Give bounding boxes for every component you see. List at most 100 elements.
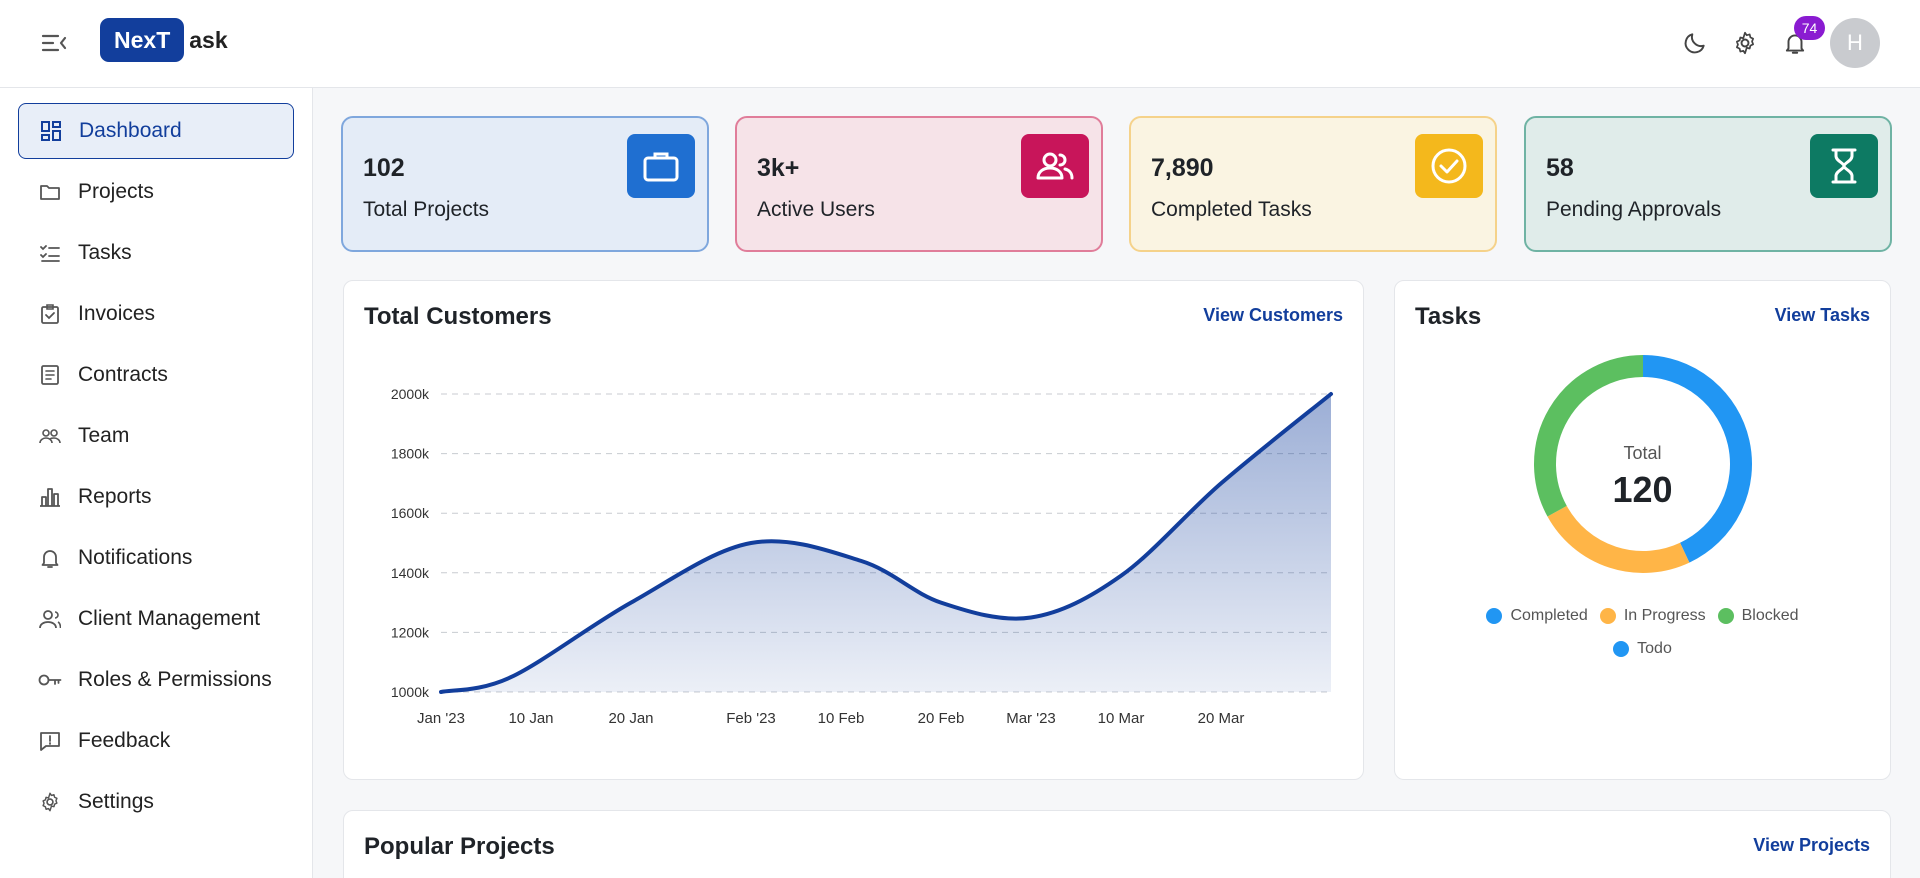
view-tasks-link[interactable]: View Tasks	[1775, 305, 1870, 326]
app-logo[interactable]: NexT ask	[100, 18, 228, 62]
sidebar-item-label: Dashboard	[79, 119, 182, 142]
clipboard-check-icon	[38, 302, 62, 326]
stat-card-completed-tasks[interactable]: 7,890 Completed Tasks	[1129, 116, 1497, 252]
gear-icon[interactable]	[1728, 26, 1762, 60]
sidebar-item-label: Settings	[78, 790, 154, 813]
sidebar-item-tasks[interactable]: Tasks	[18, 225, 294, 281]
bell-icon	[38, 546, 62, 570]
stat-value: 102	[363, 154, 405, 182]
client-icon	[38, 607, 62, 631]
panel-title: Tasks	[1415, 303, 1482, 330]
sidebar-item-label: Projects	[78, 180, 154, 203]
sidebar-item-label: Reports	[78, 485, 152, 508]
sidebar-item-settings[interactable]: Settings	[18, 774, 294, 830]
menu-collapse-icon[interactable]	[40, 30, 68, 56]
y-tick-label: 2000k	[391, 386, 430, 402]
sidebar: Dashboard Projects Tasks Invoices Contra…	[0, 88, 313, 878]
x-tick-label: Jan '23	[417, 710, 465, 727]
y-tick-label: 1000k	[391, 684, 430, 700]
y-tick-label: 1200k	[391, 624, 430, 640]
x-tick-label: 10 Feb	[818, 710, 865, 727]
legend-item-in-progress[interactable]: In Progress	[1599, 607, 1706, 625]
avatar[interactable]: H	[1830, 18, 1880, 68]
check-circle-icon	[1415, 134, 1483, 198]
stat-value: 7,890	[1151, 154, 1214, 182]
series-area	[441, 394, 1331, 692]
legend-item-todo[interactable]: Todo	[1613, 640, 1672, 658]
moon-icon[interactable]	[1678, 26, 1712, 60]
legend-dot	[1613, 641, 1630, 657]
document-icon	[38, 363, 62, 387]
y-tick-label: 1400k	[391, 565, 430, 581]
x-tick-label: 20 Jan	[608, 710, 653, 727]
popular-projects-panel: Popular Projects View Projects	[343, 810, 1891, 878]
sidebar-item-label: Team	[78, 424, 130, 447]
x-tick-label: 10 Jan	[508, 710, 553, 727]
sidebar-item-dashboard[interactable]: Dashboard	[18, 103, 294, 159]
logo-text: ask	[189, 26, 228, 53]
donut-slice-in-progress	[1547, 505, 1690, 573]
gear-icon	[38, 790, 62, 814]
tasks-legend: Completed In Progress Blocked	[1395, 607, 1890, 625]
sidebar-item-roles-permissions[interactable]: Roles & Permissions	[18, 652, 294, 708]
stat-card-total-projects[interactable]: 102 Total Projects	[341, 116, 709, 252]
y-tick-label: 1800k	[391, 446, 430, 462]
sidebar-item-client-management[interactable]: Client Management	[18, 591, 294, 647]
stat-label: Total Projects	[363, 198, 490, 221]
legend-dot	[1486, 608, 1503, 624]
dashboard-icon	[39, 119, 63, 143]
key-icon	[38, 668, 62, 692]
hourglass-icon	[1810, 134, 1878, 198]
sidebar-item-team[interactable]: Team	[18, 408, 294, 464]
stat-value: 3k+	[757, 154, 800, 182]
sidebar-item-contracts[interactable]: Contracts	[18, 347, 294, 403]
legend-label: Todo	[1637, 640, 1672, 657]
stat-card-active-users[interactable]: 3k+ Active Users	[735, 116, 1103, 252]
tasks-panel: Tasks View Tasks Total 120 Completed In …	[1394, 280, 1891, 780]
legend-label: Completed	[1510, 607, 1588, 624]
donut-total-label: Total	[1623, 443, 1662, 463]
sidebar-item-reports[interactable]: Reports	[18, 469, 294, 525]
x-tick-label: 20 Feb	[918, 710, 965, 727]
stat-value: 58	[1546, 154, 1574, 182]
sidebar-item-label: Notifications	[78, 546, 193, 569]
stat-label: Completed Tasks	[1151, 198, 1312, 221]
legend-item-completed[interactable]: Completed	[1486, 607, 1588, 625]
sidebar-item-notifications[interactable]: Notifications	[18, 530, 294, 586]
stat-label: Pending Approvals	[1546, 198, 1722, 221]
sidebar-item-projects[interactable]: Projects	[18, 164, 294, 220]
sidebar-item-label: Client Management	[78, 607, 261, 630]
tasks-legend-row-2: Todo	[1395, 640, 1890, 658]
legend-dot	[1717, 608, 1734, 624]
donut-total-value: 120	[1612, 469, 1673, 510]
legend-item-blocked[interactable]: Blocked	[1717, 607, 1799, 625]
sidebar-item-label: Feedback	[78, 729, 171, 752]
panel-title: Popular Projects	[364, 833, 555, 860]
view-projects-link[interactable]: View Projects	[1753, 835, 1870, 856]
legend-label: Blocked	[1741, 607, 1799, 624]
x-tick-label: Feb '23	[726, 710, 776, 727]
notification-count-badge: 74	[1794, 16, 1825, 40]
sidebar-item-label: Roles & Permissions	[78, 668, 272, 691]
x-tick-label: 20 Mar	[1198, 710, 1245, 727]
sidebar-item-label: Tasks	[78, 241, 132, 264]
logo-mark: NexT	[100, 18, 185, 62]
bar-chart-icon	[38, 485, 62, 509]
sidebar-item-label: Invoices	[78, 302, 156, 325]
x-tick-label: Mar '23	[1006, 710, 1056, 727]
stat-card-pending-approvals[interactable]: 58 Pending Approvals	[1524, 116, 1892, 252]
sidebar-item-invoices[interactable]: Invoices	[18, 286, 294, 342]
stat-label: Active Users	[757, 198, 875, 221]
legend-dot	[1599, 608, 1616, 624]
x-tick-label: 10 Mar	[1098, 710, 1145, 727]
top-header: NexT ask 74 H	[0, 0, 1920, 88]
customers-area-chart: 1000k 1200k 1400k 1600k 1800k 2000k Jan '23 10 …	[391, 386, 1333, 727]
sidebar-item-label: Contracts	[78, 363, 168, 386]
team-icon	[38, 424, 62, 448]
briefcase-icon	[627, 134, 695, 198]
y-tick-label: 1600k	[391, 505, 430, 521]
total-customers-panel: Total Customers View Customers 1000k 1200…	[343, 280, 1364, 780]
feedback-icon	[38, 729, 62, 753]
checklist-icon	[38, 241, 62, 265]
sidebar-item-feedback[interactable]: Feedback	[18, 713, 294, 769]
